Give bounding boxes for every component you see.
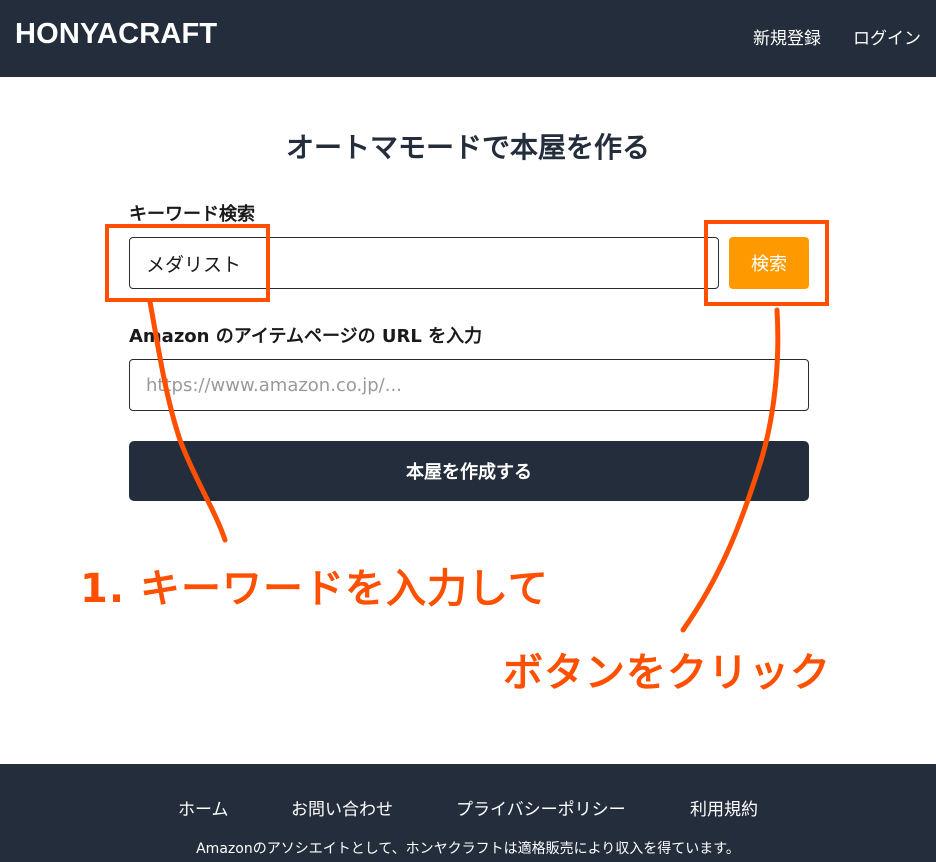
create-bookstore-button[interactable]: 本屋を作成する <box>129 441 809 501</box>
footer-terms-link[interactable]: 利用規約 <box>690 795 758 820</box>
amazon-url-input[interactable] <box>129 359 809 411</box>
associate-disclaimer: Amazonのアソシエイトとして、ホンヤクラフトは適格販売により収入を得ています… <box>196 841 740 857</box>
register-link[interactable]: 新規登録 <box>753 24 821 49</box>
amazon-url-label: Amazon のアイテムページの URL を入力 <box>129 326 483 347</box>
page: HONYACRAFT 新規登録 ログイン オートマモードで本屋を作る キーワード… <box>0 0 936 862</box>
annotation-step-1-text: 1. キーワードを入力して <box>80 566 549 612</box>
annotation-step-2-text: ボタンをクリック <box>503 650 831 696</box>
brand-logo[interactable]: HONYACRAFT <box>15 18 217 51</box>
login-link[interactable]: ログイン <box>853 24 921 49</box>
keyword-search-input[interactable] <box>129 237 719 289</box>
footer-contact-link[interactable]: お問い合わせ <box>291 795 393 820</box>
footer-privacy-link[interactable]: プライバシーポリシー <box>456 795 626 820</box>
keyword-search-label: キーワード検索 <box>129 204 255 225</box>
top-nav-bar: HONYACRAFT 新規登録 ログイン <box>0 0 936 77</box>
footer-home-link[interactable]: ホーム <box>178 795 229 820</box>
footer: ホーム お問い合わせ プライバシーポリシー 利用規約 Amazonのアソシエイト… <box>0 764 936 862</box>
search-button[interactable]: 検索 <box>729 237 809 289</box>
page-title: オートマモードで本屋を作る <box>285 131 650 164</box>
